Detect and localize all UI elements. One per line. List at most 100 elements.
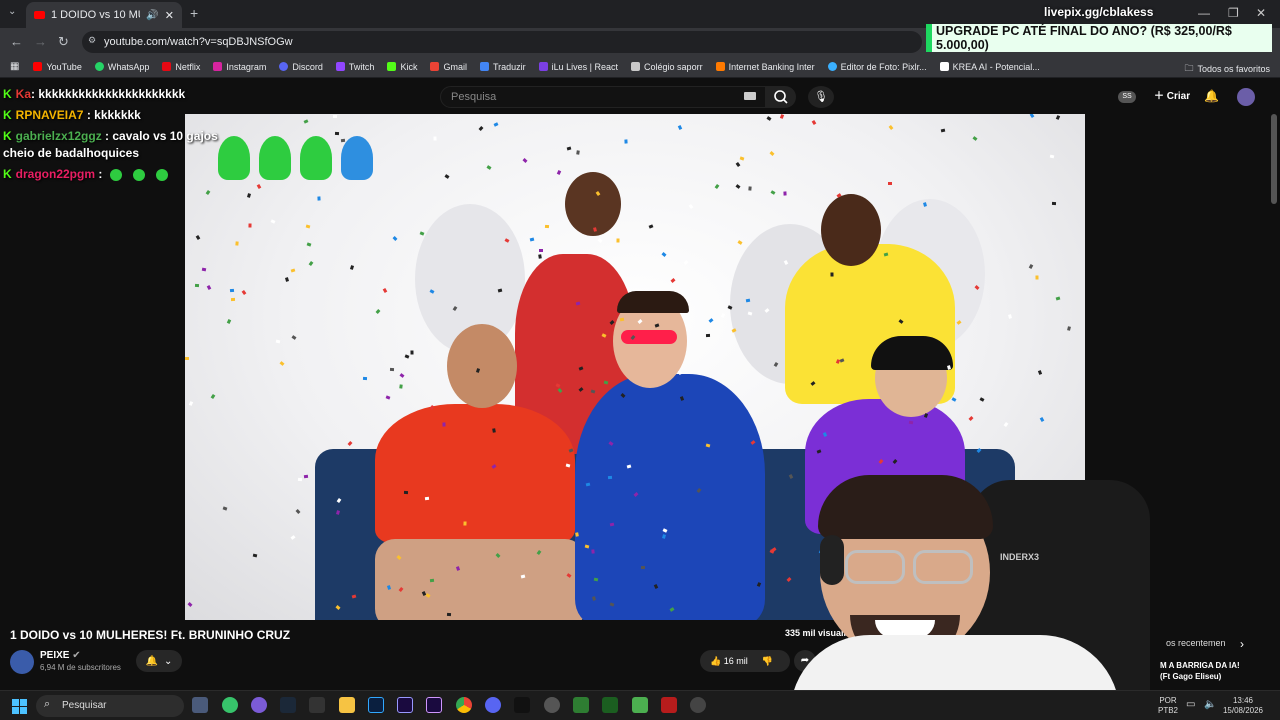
thumbs-up-icon: 👍 16 mil [710,655,748,666]
app-icon[interactable] [514,697,530,713]
channel-avatar[interactable] [10,650,34,674]
confetti-piece [297,477,303,482]
channel-name[interactable]: PEIXE ✔ [40,650,81,661]
app-icon[interactable] [602,697,618,713]
confetti-piece [670,278,676,283]
microphone-icon[interactable]: 🎙 [808,86,834,108]
obs-icon[interactable] [544,697,560,713]
account-avatar[interactable] [1237,88,1255,106]
search-button[interactable] [766,86,796,108]
back-icon[interactable]: ← [10,34,23,49]
confetti-piece [940,128,946,133]
bookmark-colegio[interactable]: Colégio saporr [631,62,703,72]
bookmark-whatsapp[interactable]: WhatsApp [94,62,149,72]
bookmark-traduzir[interactable]: Traduzir [479,62,526,72]
minecraft-icon[interactable] [632,697,648,713]
display-icon[interactable]: ▭ [1186,700,1195,710]
site-info-icon[interactable]: ⚙ [88,35,96,46]
chrome-icon[interactable] [456,697,472,713]
bookmarks-folder[interactable]: 🗀 Todos os favoritos [1184,61,1270,77]
close-window-icon[interactable]: ✕ [1256,6,1266,20]
confetti-piece [616,238,620,243]
keyboard-language[interactable]: POR PTB2 [1158,696,1178,716]
confetti-piece [295,509,301,514]
confetti-piece [303,119,309,124]
app-icon[interactable] [251,697,267,713]
discord-icon[interactable] [485,697,501,713]
after-effects-icon[interactable] [426,697,442,713]
chevron-right-icon[interactable]: › [1240,637,1244,651]
bookmark-inter[interactable]: Internet Banking Inter [715,62,815,72]
confetti-piece [947,365,951,370]
confetti-piece [317,196,321,201]
tab-search-icon[interactable]: ⌄ [8,6,16,17]
confetti-piece [1055,115,1061,120]
bookmark-youtube[interactable]: YouTube [33,62,82,72]
confetti-piece [424,496,430,501]
streamer-hair [818,475,993,539]
apps-grid-icon[interactable]: ▦ [10,61,19,72]
folder-icon: 🗀 [1184,63,1194,73]
confetti-piece [1029,114,1035,118]
confetti-piece [705,333,711,338]
bookmark-ilu-lives[interactable]: iLu Lives | React [538,62,618,72]
video-title: 1 DOIDO vs 10 MULHERES! Ft. BRUNINHO CRU… [10,628,291,642]
taskbar-search-input[interactable]: ⌕ Pesquisar [36,695,184,717]
app-icon[interactable] [573,697,589,713]
search-icon [774,90,788,104]
confetti-piece [334,131,340,136]
confetti-piece [565,463,571,468]
photoshop-icon[interactable] [368,697,384,713]
confetti-piece [661,252,667,257]
tab-audio-icon[interactable]: 🔊 [146,10,158,21]
settings-app-icon[interactable] [192,697,208,713]
like-button[interactable]: 👍 16 mil 👎 [700,650,790,672]
bookmark-discord[interactable]: Discord [279,62,323,72]
bookmark-netflix[interactable]: Netflix [162,62,200,72]
confetti-piece [429,578,435,583]
confetti-piece [241,290,247,295]
app-icon[interactable] [690,697,706,713]
restore-icon[interactable]: ❐ [1228,6,1239,20]
notifications-bell-icon[interactable]: 🔔 [1204,89,1219,103]
bookmark-krea[interactable]: KREA AI - Potencial... [939,62,1040,72]
youtube-search-input[interactable]: Pesquisa [440,86,766,108]
premiere-icon[interactable] [397,697,413,713]
windows-start-icon[interactable] [12,699,27,714]
steam-icon[interactable] [280,697,296,713]
confetti-piece [403,490,409,495]
bookmark-twitch[interactable]: Twitch [335,62,374,72]
ss-badge[interactable]: SS [1118,91,1136,103]
minimize-icon[interactable]: — [1198,6,1210,20]
reload-icon[interactable]: ↻ [58,34,69,50]
xbox-app-icon[interactable] [222,697,238,713]
bookmark-pixlr[interactable]: Editor de Foto: Pixlr... [827,62,927,72]
tab-youtube-video[interactable]: 1 DOIDO vs 10 MULHERES! 🔊 ✕ [26,2,182,28]
new-tab-button[interactable]: + [190,5,198,21]
confetti-piece [593,577,599,582]
bookmark-gmail[interactable]: Gmail [430,62,467,72]
confetti-piece [382,288,388,293]
confetti-piece [188,401,194,406]
create-button[interactable]: ＋ Criar [1146,86,1198,108]
confetti-piece [389,367,395,372]
scrollbar-thumb[interactable] [1271,114,1277,204]
thumbs-down-icon[interactable]: 👎 [762,656,773,667]
bookmark-kick[interactable]: Kick [387,62,417,72]
address-bar[interactable]: ⚙ youtube.com/watch?v=sqDBJNSfOGw [82,31,922,53]
confetti-piece [1051,201,1057,206]
keyboard-icon[interactable] [744,92,756,100]
file-explorer-icon[interactable] [339,697,355,713]
volume-icon[interactable]: 🔈 [1204,700,1216,710]
tab-close-icon[interactable]: ✕ [165,9,174,22]
forward-icon[interactable]: → [34,34,47,49]
app-icon[interactable] [661,697,677,713]
confetti-piece [1055,296,1061,301]
clock[interactable]: 13:46 15/08/2026 [1222,696,1264,716]
subscribed-bell-button[interactable]: 🔔 ⌄ [136,650,182,672]
bookmark-instagram[interactable]: Instagram [213,62,266,72]
epic-games-icon[interactable] [309,697,325,713]
confetti-piece [1039,417,1045,422]
confetti-piece [229,288,235,293]
confetti-piece [735,184,741,189]
